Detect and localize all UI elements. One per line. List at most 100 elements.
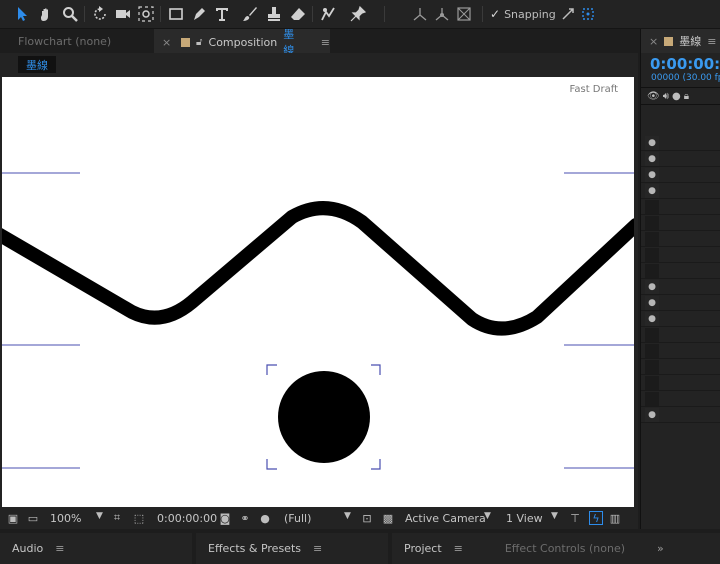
layer-visibility-icon[interactable] bbox=[645, 360, 659, 374]
layer-row[interactable] bbox=[641, 359, 720, 375]
layer-visibility-icon[interactable]: ● bbox=[645, 312, 659, 326]
video-visibility-icon[interactable]: 👁︎ bbox=[647, 91, 660, 102]
composition-viewer[interactable]: Fast Draft bbox=[2, 77, 634, 507]
layer-visibility-icon[interactable]: ● bbox=[645, 408, 659, 422]
color-channels-icon[interactable]: ● bbox=[258, 511, 272, 525]
solo-icon[interactable]: ● bbox=[672, 91, 681, 102]
fit-to-viewer-icon[interactable]: ⌗ bbox=[110, 511, 124, 525]
effects-presets-panel[interactable]: Effects & Presets ≡ bbox=[196, 533, 388, 564]
fast-draft-toggle-icon[interactable]: ϟ bbox=[589, 511, 603, 525]
lock-icon[interactable]: 🔒︎ bbox=[684, 91, 689, 102]
composition-canvas[interactable] bbox=[2, 77, 634, 507]
layer-visibility-icon[interactable]: ● bbox=[645, 152, 659, 166]
snapping-checkbox[interactable]: ✓ Snapping bbox=[490, 7, 556, 21]
panel-menu-icon[interactable]: ≡ bbox=[321, 36, 330, 49]
layer-visibility-icon[interactable] bbox=[645, 376, 659, 390]
layer-row[interactable] bbox=[641, 199, 720, 215]
layer-row[interactable]: ● bbox=[641, 151, 720, 167]
layer-visibility-icon[interactable]: ● bbox=[645, 136, 659, 150]
layer-row[interactable] bbox=[641, 247, 720, 263]
tab-composition[interactable]: × 🔓︎ Composition 墨線 ≡ bbox=[154, 28, 330, 57]
camera-dropdown-icon[interactable]: ▼ bbox=[484, 511, 491, 521]
view-layout-dropdown-icon[interactable]: ▼ bbox=[551, 511, 558, 521]
panel-menu-icon[interactable]: ≡ bbox=[313, 542, 322, 555]
toggle-pixel-aspect-icon[interactable]: ⊤ bbox=[568, 511, 582, 525]
layer-visibility-icon[interactable] bbox=[645, 328, 659, 342]
layer-visibility-icon[interactable]: ● bbox=[645, 296, 659, 310]
tab-timeline[interactable]: × 墨線 ≡ bbox=[641, 29, 720, 53]
layer-row[interactable] bbox=[641, 263, 720, 279]
roto-brush-tool-icon[interactable] bbox=[318, 4, 338, 24]
rectangle-tool-icon[interactable] bbox=[166, 4, 186, 24]
selection-tool-icon[interactable] bbox=[12, 4, 32, 24]
layer-row[interactable] bbox=[641, 231, 720, 247]
layer-visibility-icon[interactable] bbox=[645, 216, 659, 230]
audio-panel[interactable]: Audio ≡ bbox=[0, 533, 192, 564]
eraser-tool-icon[interactable] bbox=[288, 4, 308, 24]
world-axis-mode-icon[interactable] bbox=[432, 4, 452, 24]
layer-visibility-icon[interactable] bbox=[645, 232, 659, 246]
camera-view-select[interactable]: Active Camera bbox=[405, 512, 486, 525]
composition-breadcrumb[interactable]: 墨線 bbox=[18, 56, 56, 73]
tab-flowchart[interactable]: Flowchart (none) bbox=[18, 29, 111, 53]
audio-icon[interactable]: 🔊︎ bbox=[663, 91, 669, 102]
layer-visibility-icon[interactable] bbox=[645, 248, 659, 262]
layer-visibility-icon[interactable] bbox=[645, 264, 659, 278]
hand-tool-icon[interactable] bbox=[36, 4, 56, 24]
project-panel[interactable]: Project ≡ Effect Controls (none) » bbox=[392, 533, 720, 564]
layer-visibility-icon[interactable]: ● bbox=[645, 184, 659, 198]
show-snapshot-icon[interactable]: ⚭ bbox=[238, 511, 252, 525]
camera-tool-icon[interactable] bbox=[113, 4, 133, 24]
puppet-pin-tool-icon[interactable] bbox=[348, 4, 368, 24]
panel-menu-icon[interactable]: ≡ bbox=[55, 542, 64, 555]
layer-visibility-icon[interactable] bbox=[645, 344, 659, 358]
zoom-tool-icon[interactable] bbox=[60, 4, 80, 24]
view-axis-mode-icon[interactable] bbox=[454, 4, 474, 24]
always-preview-icon[interactable]: ▣ bbox=[6, 511, 20, 525]
local-axis-mode-icon[interactable] bbox=[410, 4, 430, 24]
view-layout-select[interactable]: 1 View bbox=[506, 512, 543, 525]
tab-effect-controls[interactable]: Effect Controls (none) bbox=[505, 542, 625, 555]
clone-stamp-tool-icon[interactable] bbox=[264, 4, 284, 24]
layer-row[interactable] bbox=[641, 327, 720, 343]
layer-visibility-icon[interactable] bbox=[645, 200, 659, 214]
layer-visibility-icon[interactable]: ● bbox=[645, 168, 659, 182]
layer-row[interactable]: ● bbox=[641, 295, 720, 311]
layer-row[interactable]: ● bbox=[641, 167, 720, 183]
close-tab-icon[interactable]: × bbox=[162, 36, 171, 49]
panel-menu-icon[interactable]: ≡ bbox=[454, 542, 463, 555]
pan-behind-tool-icon[interactable] bbox=[136, 4, 156, 24]
zoom-level[interactable]: 100% bbox=[50, 512, 81, 525]
layer-row[interactable] bbox=[641, 375, 720, 391]
type-tool-icon[interactable] bbox=[212, 4, 232, 24]
layer-visibility-icon[interactable] bbox=[645, 392, 659, 406]
footer-timecode[interactable]: 0:00:00:00 bbox=[157, 512, 217, 525]
layer-row[interactable] bbox=[641, 343, 720, 359]
layer-row[interactable] bbox=[641, 215, 720, 231]
snap-features-icon[interactable] bbox=[578, 4, 598, 24]
lock-icon[interactable]: 🔓︎ bbox=[196, 37, 202, 48]
timeline-link-icon[interactable]: ▥ bbox=[608, 511, 622, 525]
region-of-interest-icon[interactable]: ⬚ bbox=[132, 511, 146, 525]
layer-row[interactable]: ● bbox=[641, 407, 720, 423]
pen-tool-icon[interactable] bbox=[189, 4, 209, 24]
fast-previews-icon[interactable]: ⊡ bbox=[360, 511, 374, 525]
panel-menu-icon[interactable]: ≡ bbox=[707, 35, 716, 48]
brush-tool-icon[interactable] bbox=[240, 4, 260, 24]
snapshot-camera-icon[interactable]: ◙ bbox=[218, 511, 232, 525]
resolution-dropdown-icon[interactable]: ▼ bbox=[344, 511, 351, 521]
snap-edges-icon[interactable] bbox=[558, 4, 578, 24]
rotation-tool-icon[interactable] bbox=[90, 4, 110, 24]
close-tab-icon[interactable]: × bbox=[649, 35, 658, 48]
layer-row[interactable]: ● bbox=[641, 311, 720, 327]
panel-overflow-icon[interactable]: » bbox=[657, 542, 664, 555]
layer-row[interactable] bbox=[641, 391, 720, 407]
zoom-dropdown-icon[interactable]: ▼ bbox=[96, 511, 103, 521]
layer-row[interactable]: ● bbox=[641, 135, 720, 151]
resolution-select[interactable]: (Full) bbox=[284, 512, 311, 525]
layer-visibility-icon[interactable]: ● bbox=[645, 280, 659, 294]
transparency-grid-icon[interactable]: ▩ bbox=[381, 511, 395, 525]
layer-row[interactable]: ● bbox=[641, 183, 720, 199]
monitor-icon[interactable]: ▭ bbox=[26, 511, 40, 525]
timeline-timecode[interactable]: 0:00:00:00 bbox=[650, 55, 720, 73]
